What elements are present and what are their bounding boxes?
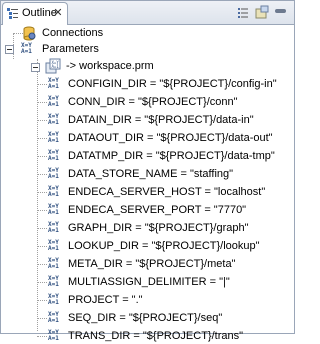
parameter-xy-icon: X=Y A=1 [48, 167, 59, 180]
tree-guide [37, 102, 47, 103]
parameter-xy-icon: X=Y A=1 [48, 275, 59, 288]
parameter-xy-icon: X=Y A=1 [48, 95, 59, 108]
parameter-xy-icon: X=Y A=1 [48, 311, 59, 324]
tree-guide [37, 228, 47, 229]
parameter-xy-icon: X=Y A=1 [48, 113, 59, 126]
collapse-toggle-parameters[interactable] [5, 45, 14, 54]
parameter-label: DATATMP_DIR = "${PROJECT}/data-tmp" [68, 150, 275, 162]
outline-icon [7, 8, 18, 19]
tree-guide [37, 300, 47, 301]
close-icon[interactable]: ✕ [52, 6, 64, 20]
parameter-label: MULTIASSIGN_DELIMITER = "|" [68, 276, 230, 288]
parameter-xy-icon: X=Y A=1 [48, 239, 59, 252]
tree-item-label: -> workspace.prm [66, 60, 154, 72]
parameter-label: CONFIGIN_DIR = "${PROJECT}/config-in" [68, 78, 277, 90]
tab-outline[interactable]: Outline ✕ [2, 2, 68, 25]
parameter-label: META_DIR = "${PROJECT}/meta" [68, 258, 236, 270]
parameter-label: GRAPH_DIR = "${PROJECT}/graph" [68, 222, 249, 234]
parameter-xy-icon: X=Y A=1 [48, 203, 59, 216]
parameter-xy-icon: X=Y A=1 [48, 149, 59, 162]
parameter-label: DATAIN_DIR = "${PROJECT}/data-in" [68, 114, 254, 126]
tree-guide [37, 174, 47, 175]
outline-tree: Connections X=Y A=1 Parameters X=Y A=1 -… [1, 25, 294, 342]
parameter-xy-icon: X=Y A=1 [48, 77, 59, 90]
parameter-xy-icon: X=Y A=1 [48, 131, 59, 144]
tree-guide [37, 264, 47, 265]
outline-view: Outline ✕ Connections X=Y A=1 Parameters… [0, 0, 295, 342]
parameter-file-icon: X=Y A=1 [45, 58, 61, 74]
parameter-label: TRANS_DIR = "${PROJECT}/trans" [68, 330, 244, 342]
parameter-label: ENDECA_SERVER_HOST = "localhost" [68, 186, 266, 198]
parameter-label: DATAOUT_DIR = "${PROJECT}/data-out" [68, 132, 273, 144]
svg-text:A=1: A=1 [52, 64, 60, 69]
tree-guide [37, 192, 47, 193]
parameter-xy-icon: X=Y A=1 [48, 257, 59, 270]
parameter-xy-icon: X=Y A=1 [48, 293, 59, 306]
filter-button[interactable] [253, 4, 271, 22]
tree-guide [37, 84, 47, 85]
filter-icon [255, 5, 269, 19]
tree-guide [37, 336, 47, 337]
parameter-label: ENDECA_SERVER_PORT = "7770" [68, 204, 247, 216]
parameter-label: SEQ_DIR = "${PROJECT}/seq" [68, 312, 223, 324]
tree-guide [37, 246, 47, 247]
parameter-xy-icon: X=Y A=1 [48, 329, 59, 342]
parameter-label: CONN_DIR = "${PROJECT}/conn" [68, 96, 238, 108]
tree-guide [37, 282, 47, 283]
tree-item-label: Parameters [42, 43, 99, 55]
parameter-xy-icon: X=Y A=1 [48, 185, 59, 198]
tree-item-label: Connections [42, 27, 104, 39]
tree-guide [37, 59, 38, 331]
minimize-icon[interactable] [275, 9, 286, 13]
parameter-xy-icon: X=Y A=1 [48, 221, 59, 234]
tree-guide [37, 210, 47, 211]
parameters-xy-icon: X=Y A=1 [21, 42, 32, 55]
view-tab-bar: Outline ✕ [1, 1, 294, 25]
parameter-label: LOOKUP_DIR = "${PROJECT}/lookup" [68, 240, 260, 252]
tree-guide [37, 138, 47, 139]
parameter-label: DATA_STORE_NAME = "staffing" [68, 168, 234, 180]
parameter-label: PROJECT = "." [68, 294, 143, 306]
tree-guide [37, 156, 47, 157]
tree-guide [37, 120, 47, 121]
tree-guide [37, 318, 47, 319]
connections-db-icon [23, 26, 36, 41]
collapse-toggle-workspace[interactable] [31, 63, 40, 72]
sort-button[interactable] [234, 4, 252, 22]
sort-icon [238, 8, 248, 18]
